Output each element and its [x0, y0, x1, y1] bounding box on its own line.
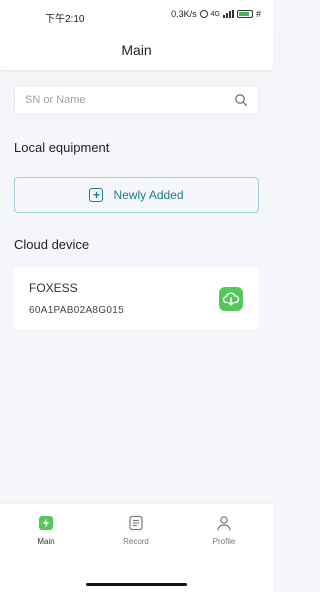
battery-charging: #: [255, 9, 261, 19]
nav-label-profile: Profile: [212, 537, 236, 546]
cloud-download-button[interactable]: [219, 287, 243, 311]
nav-item-main[interactable]: Main: [16, 514, 76, 550]
nav-label-record: Record: [123, 537, 149, 546]
battery-icon: [236, 10, 253, 18]
bottom-navigation: Main Record Profile: [0, 503, 273, 592]
person-icon: [215, 514, 233, 532]
network-speed: 0.3K/s: [171, 9, 197, 19]
nav-label-main: Main: [37, 537, 55, 546]
bolt-icon: [37, 514, 55, 532]
page-title: Main: [121, 42, 152, 58]
document-icon: [127, 514, 145, 532]
alarm-icon: [199, 10, 208, 18]
newly-added-label: Newly Added: [113, 188, 184, 202]
cloud-download-icon: [222, 292, 240, 306]
device-serial-number: 60A1PAB02A8G015: [29, 305, 124, 316]
search-bar: [14, 85, 259, 115]
status-time: 下午2:10: [45, 14, 85, 25]
status-indicators: 0.3K/s 4G #: [171, 9, 261, 19]
app-header: Main: [0, 30, 273, 70]
device-name: FOXESS: [29, 281, 78, 295]
local-equipment-heading: Local equipment: [14, 140, 110, 155]
home-indicator[interactable]: [86, 583, 187, 586]
nav-item-profile[interactable]: Profile: [194, 514, 254, 550]
status-bar: 下午2:10 0.3K/s 4G #: [0, 0, 273, 30]
signal-icon: [222, 10, 234, 18]
search-icon[interactable]: [234, 93, 248, 107]
plus-icon: +: [89, 188, 104, 202]
cloud-device-heading: Cloud device: [14, 237, 90, 252]
network-type: 4G: [210, 10, 220, 18]
nav-item-record[interactable]: Record: [106, 514, 166, 550]
app-screen: 下午2:10 0.3K/s 4G # Main Local equipment …: [0, 0, 273, 592]
search-input[interactable]: [25, 94, 234, 106]
newly-added-button[interactable]: + Newly Added: [14, 177, 259, 213]
device-card[interactable]: FOXESS 60A1PAB02A8G015: [14, 267, 259, 329]
